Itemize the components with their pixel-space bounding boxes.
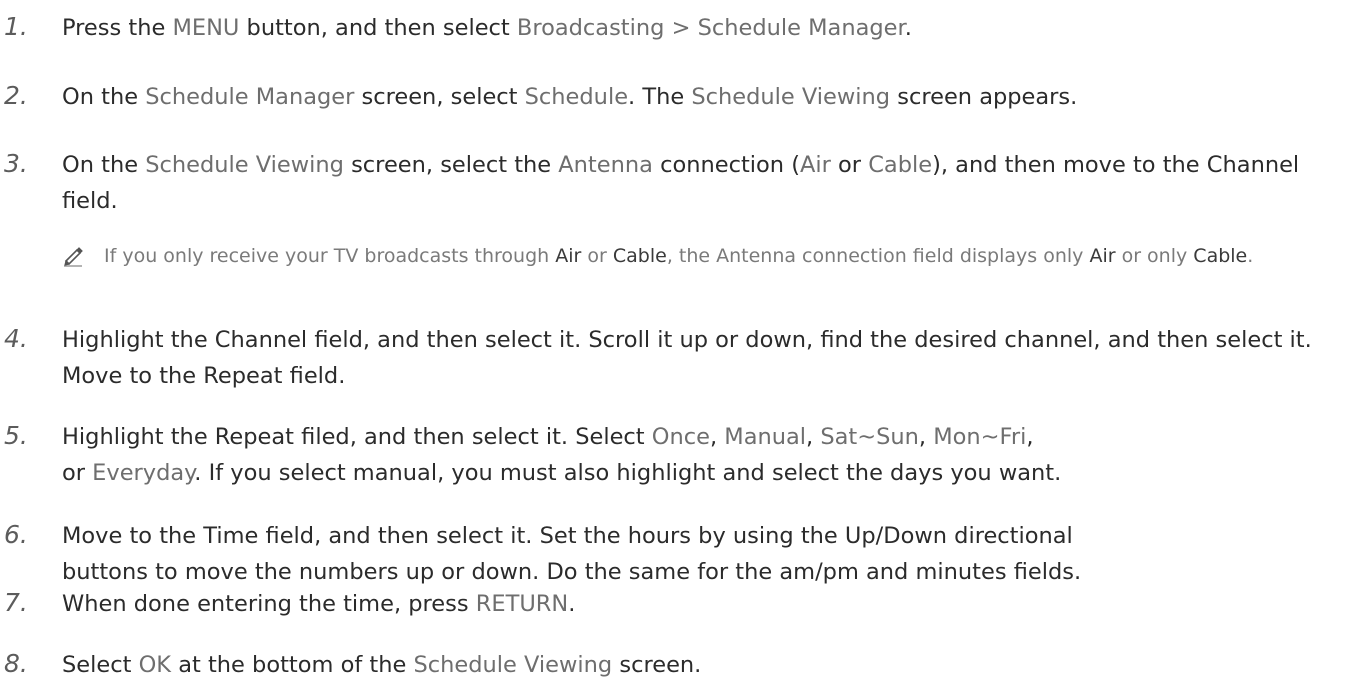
ui-term: Sat~Sun — [820, 424, 919, 450]
step-number: 3. — [4, 149, 28, 178]
step-text-segment: screen appears. — [890, 84, 1078, 110]
step-text-segment: screen, select — [354, 84, 525, 110]
step-text: Move to the Time field, and then select … — [62, 518, 1122, 590]
ui-term: Cable — [868, 152, 933, 178]
note-text-segment: or only — [1115, 245, 1194, 267]
step-text-segment: On the — [62, 84, 146, 110]
note-term: Cable — [612, 245, 667, 267]
step-text: Press the MENU button, and then select B… — [62, 10, 1358, 46]
note-term: Air — [555, 245, 582, 267]
step-text-segment: . — [904, 15, 912, 41]
step-text-segment: , — [806, 424, 821, 450]
ui-term: Manual — [724, 424, 807, 450]
ui-term: Antenna — [558, 152, 653, 178]
step-text-segment: at the bottom of the — [171, 652, 414, 678]
step-text: Select OK at the bottom of the Schedule … — [62, 647, 1358, 683]
step-text-segment: Select — [62, 652, 139, 678]
ui-term: RETURN — [475, 591, 569, 617]
step-number: 6. — [4, 520, 28, 549]
step-number: 4. — [4, 324, 28, 353]
note-term: Cable — [1193, 245, 1248, 267]
ui-term: Mon~Fri — [933, 424, 1027, 450]
ui-term: Schedule Manager — [145, 84, 355, 110]
ui-term: Broadcasting > Schedule Manager — [516, 15, 905, 41]
step-number: 5. — [4, 421, 28, 450]
pencil-icon — [62, 245, 84, 267]
ui-term: Schedule — [524, 84, 629, 110]
step-text-segment: Highlight the Channel field, and then se… — [62, 327, 1312, 389]
step-text-segment: Move to the Time field, and then select … — [62, 523, 1082, 585]
step-text-segment: On the — [62, 152, 146, 178]
step-text-segment: . — [568, 591, 576, 617]
ui-term: MENU — [172, 15, 240, 41]
note-text-segment: or — [581, 245, 613, 267]
step-text-segment: , — [709, 424, 725, 450]
step-text-segment: , — [918, 424, 934, 450]
ui-term: Schedule Viewing — [413, 652, 613, 678]
step-number: 1. — [4, 12, 28, 41]
step-number: 7. — [4, 588, 28, 617]
ui-term: Everyday — [92, 460, 195, 486]
step-text-segment: connection ( — [652, 152, 800, 178]
ui-term: Schedule Viewing — [691, 84, 891, 110]
ui-term: Once — [651, 424, 710, 450]
step-text-segment: Highlight the Repeat filed, and then sel… — [62, 424, 652, 450]
step-text-segment: When done entering the time, press — [62, 591, 476, 617]
step-text-segment: or — [830, 152, 869, 178]
ui-term: Air — [799, 152, 831, 178]
note-text-segment: . — [1247, 245, 1254, 267]
pencil-icon-graphic — [64, 247, 83, 267]
note-text: If you only receive your TV broadcasts t… — [104, 242, 1324, 271]
note-text-segment: If you only receive your TV broadcasts t… — [104, 245, 556, 267]
step-text: When done entering the time, press RETUR… — [62, 586, 1358, 622]
step-text-segment: button, and then select — [239, 15, 517, 41]
step-text-segment: screen. — [612, 652, 702, 678]
note-term: Air — [1089, 245, 1116, 267]
step-text-segment: . If you select manual, you must also hi… — [194, 460, 1062, 486]
step-text: On the Schedule Manager screen, select S… — [62, 79, 1358, 115]
ui-term: Schedule Viewing — [145, 152, 344, 178]
step-number: 8. — [4, 649, 28, 678]
step-text-segment: Press the — [62, 15, 173, 41]
step-text: On the Schedule Viewing screen, select t… — [62, 147, 1347, 219]
step-text: Highlight the Repeat filed, and then sel… — [62, 419, 1062, 491]
ui-term: OK — [138, 652, 172, 678]
step-number: 2. — [4, 81, 28, 110]
step-text: Highlight the Channel field, and then se… — [62, 322, 1352, 394]
step-text-segment: screen, select the — [343, 152, 559, 178]
note-text-segment: , the Antenna connection field displays … — [666, 245, 1090, 267]
step-text-segment: . The — [628, 84, 692, 110]
